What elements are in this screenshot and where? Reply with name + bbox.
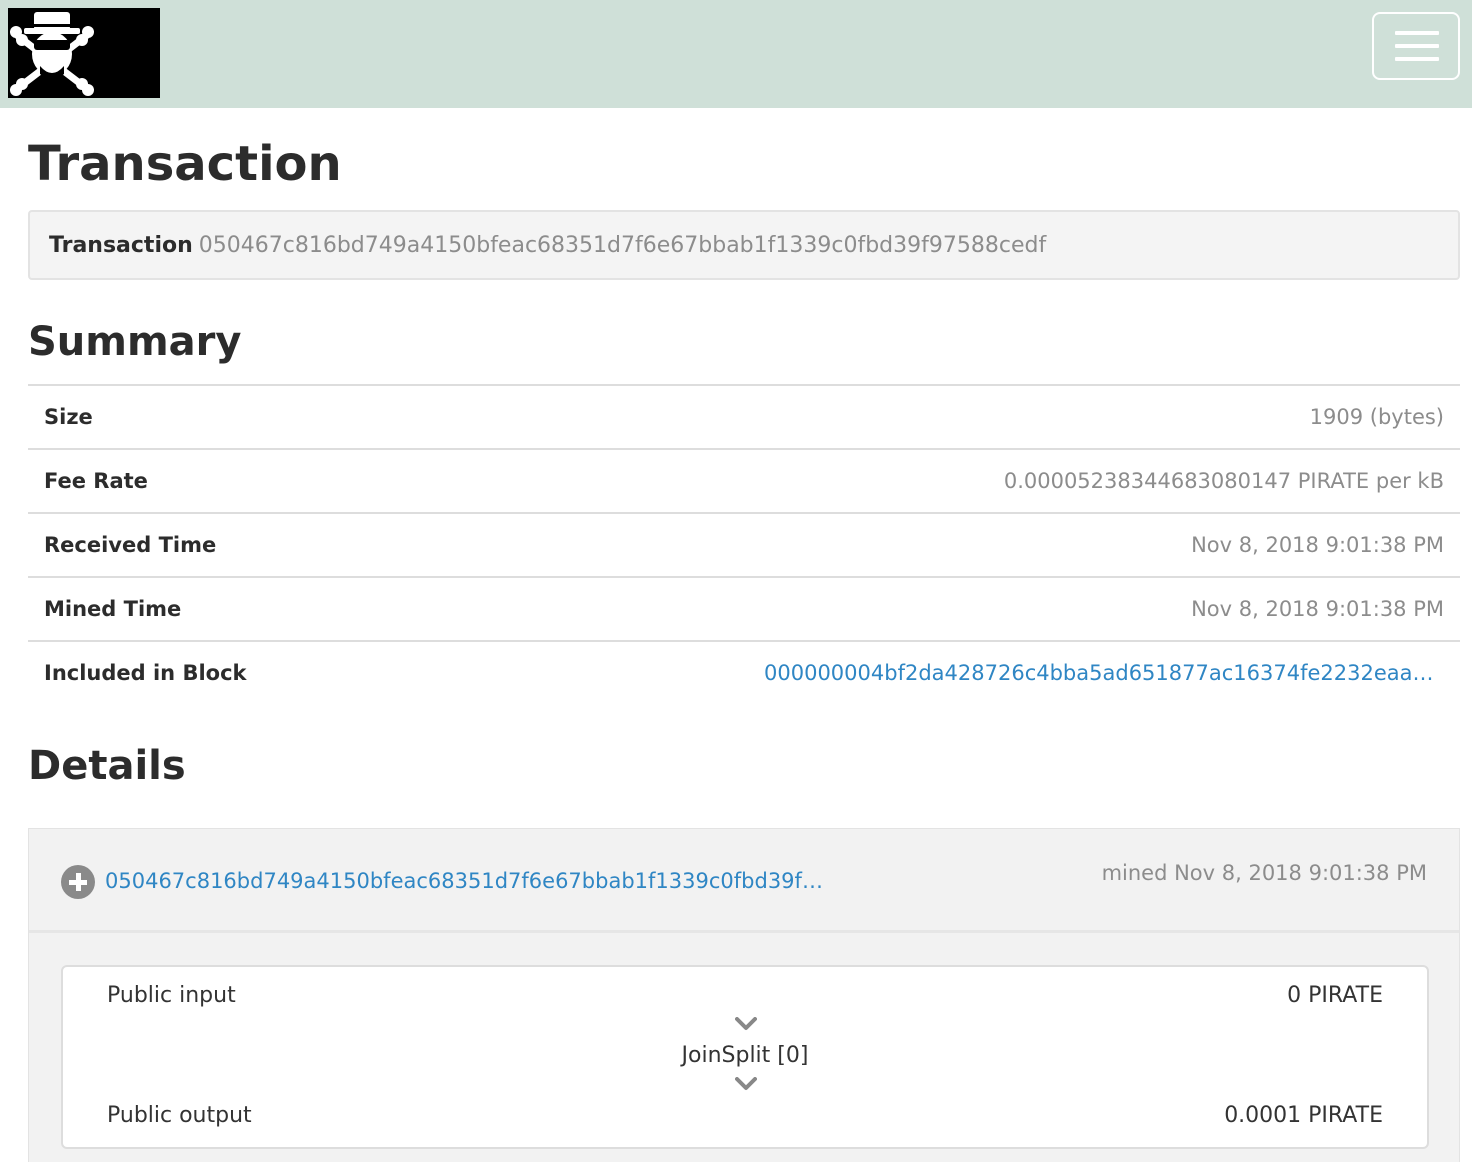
public-output-value: 0.0001 PIRATE bbox=[1224, 1103, 1383, 1128]
block-hash-link[interactable]: 000000004bf2da428726c4bba5ad651877ac1637… bbox=[764, 661, 1444, 685]
navbar bbox=[0, 0, 1472, 108]
pirate-logo-icon[interactable] bbox=[8, 8, 160, 98]
summary-key: Size bbox=[44, 405, 93, 429]
summary-key: Fee Rate bbox=[44, 469, 148, 493]
summary-row-fee-rate: Fee Rate 0.00005238344683080147 PIRATE p… bbox=[28, 448, 1460, 512]
summary-row-received-time: Received Time Nov 8, 2018 9:01:38 PM bbox=[28, 512, 1460, 576]
summary-key: Included in Block bbox=[44, 661, 247, 685]
transaction-hash-box: Transaction 050467c816bd749a4150bfeac683… bbox=[28, 210, 1460, 280]
summary-row-mined-time: Mined Time Nov 8, 2018 9:01:38 PM bbox=[28, 576, 1460, 640]
panel-header: 050467c816bd749a4150bfeac68351d7f6e67bba… bbox=[29, 829, 1459, 933]
joinsplit-box: Public input 0 PIRATE JoinSplit [0] Publ… bbox=[61, 965, 1429, 1149]
details-heading: Details bbox=[28, 743, 186, 789]
page-title: Transaction bbox=[28, 136, 342, 192]
summary-key: Mined Time bbox=[44, 597, 182, 621]
menu-toggle-button[interactable] bbox=[1372, 12, 1460, 80]
chevron-down-icon bbox=[735, 1077, 757, 1090]
summary-value: Nov 8, 2018 9:01:38 PM bbox=[1191, 533, 1444, 557]
details-txid-link[interactable]: 050467c816bd749a4150bfeac68351d7f6e67bba… bbox=[105, 869, 825, 893]
summary-value: 1909 (bytes) bbox=[1309, 405, 1444, 429]
transaction-details-panel: 050467c816bd749a4150bfeac68351d7f6e67bba… bbox=[28, 828, 1460, 1162]
hamburger-menu-icon bbox=[1395, 31, 1439, 35]
transaction-hash: 050467c816bd749a4150bfeac68351d7f6e67bba… bbox=[198, 232, 1047, 258]
summary-table: Size 1909 (bytes) Fee Rate 0.00005238344… bbox=[28, 384, 1460, 704]
chevron-down-icon bbox=[735, 1017, 757, 1030]
mined-time-label: mined Nov 8, 2018 9:01:38 PM bbox=[1101, 861, 1427, 885]
public-output-label: Public output bbox=[107, 1103, 252, 1128]
transaction-label: Transaction bbox=[49, 232, 193, 258]
summary-value: Nov 8, 2018 9:01:38 PM bbox=[1191, 597, 1444, 621]
public-input-label: Public input bbox=[107, 983, 236, 1008]
summary-value: 0.00005238344683080147 PIRATE per kB bbox=[1003, 469, 1444, 493]
summary-key: Received Time bbox=[44, 533, 217, 557]
summary-row-size: Size 1909 (bytes) bbox=[28, 384, 1460, 448]
joinsplit-label: JoinSplit [0] bbox=[681, 1043, 809, 1068]
summary-heading: Summary bbox=[28, 319, 242, 365]
expand-plus-icon[interactable] bbox=[61, 865, 95, 899]
public-input-value: 0 PIRATE bbox=[1287, 983, 1383, 1008]
summary-row-included-in-block: Included in Block 000000004bf2da428726c4… bbox=[28, 640, 1460, 704]
